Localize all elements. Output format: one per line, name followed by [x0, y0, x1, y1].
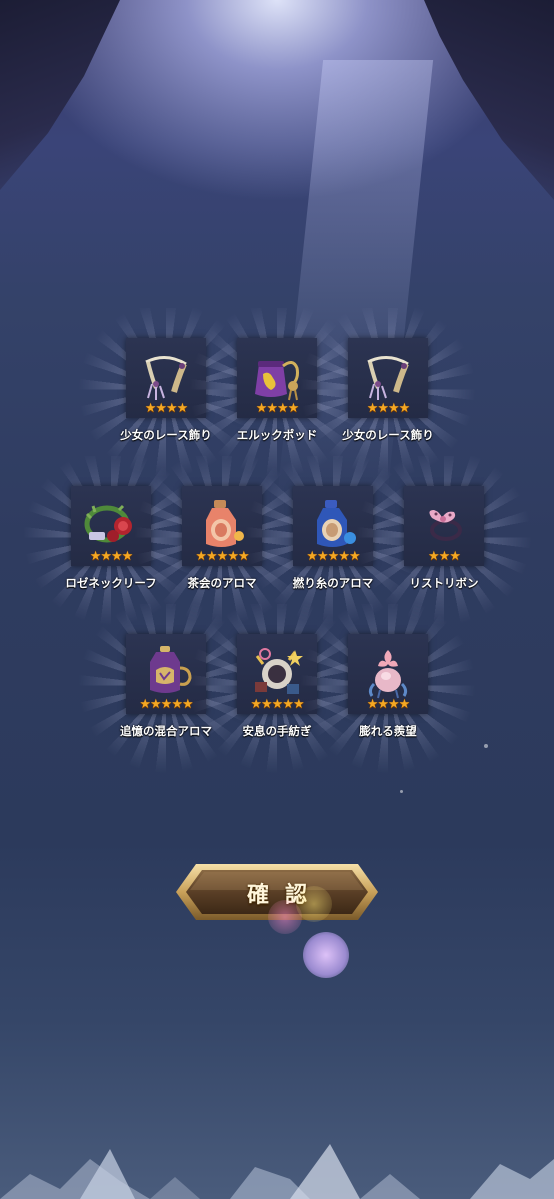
reward-item[interactable]: ★★★★ 膨れる羨望	[298, 604, 478, 774]
spinning-charm-icon	[255, 648, 303, 694]
sparkle	[400, 790, 403, 793]
sparkle	[484, 744, 488, 748]
lens-flare	[303, 932, 349, 978]
lace-ornament-icon	[145, 356, 187, 400]
purple-pouch-icon	[255, 361, 299, 401]
rarity-stars: ★★★	[428, 549, 461, 564]
lace-ornament-icon	[367, 356, 409, 400]
pink-flower-bulb-icon	[368, 650, 408, 699]
cave-wall-right	[424, 0, 554, 200]
reward-item[interactable]: ★★★ リストリボン	[354, 456, 534, 626]
rarity-stars: ★★★★	[366, 697, 411, 712]
rarity-stars: ★★★★	[366, 401, 411, 416]
reward-item[interactable]: ★★★★ 少女のレース飾り	[298, 308, 478, 478]
item-name: リストリボン	[409, 576, 479, 590]
wrist-ribbon-icon	[429, 510, 462, 541]
blue-aroma-bottle-icon	[317, 500, 356, 547]
item-name: 膨れる羨望	[359, 724, 417, 738]
pink-aroma-bottle-icon	[206, 500, 244, 547]
lens-flare	[296, 886, 332, 922]
rose-wreath-icon	[84, 504, 132, 543]
item-name: 少女のレース飾り	[342, 428, 434, 442]
purple-aroma-lamp-icon	[150, 646, 192, 693]
cave-wall-left	[0, 0, 120, 190]
crystal-floor	[0, 1144, 554, 1199]
